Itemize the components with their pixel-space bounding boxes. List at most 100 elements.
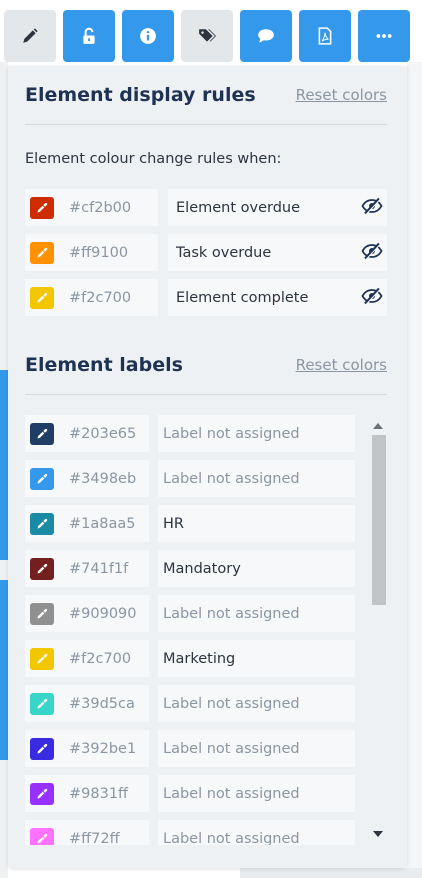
color-swatch[interactable]	[30, 512, 54, 535]
label-row: #392be1 Label not assigned	[25, 730, 387, 767]
color-picker[interactable]: #39d5ca	[25, 685, 149, 722]
color-picker[interactable]: #1a8aa5	[25, 505, 149, 542]
color-swatch[interactable]	[30, 241, 54, 264]
info-button[interactable]	[122, 10, 174, 62]
color-swatch[interactable]	[30, 196, 54, 219]
more-button[interactable]	[358, 10, 410, 62]
eyedropper-icon	[37, 247, 48, 257]
section-title: Element labels	[25, 354, 183, 376]
label-name-input[interactable]: Mandatory	[158, 550, 355, 587]
color-picker[interactable]: #ff72ff	[25, 820, 149, 845]
unlock-button[interactable]	[63, 10, 115, 62]
pencil-icon	[23, 28, 38, 43]
hex-value: #909090	[69, 605, 137, 622]
scroll-up-arrow[interactable]	[372, 419, 384, 433]
color-swatch[interactable]	[30, 557, 54, 580]
eye-slash-icon	[361, 197, 383, 214]
labels-list: #203e65 Label not assigned #3498eb Label no…	[25, 415, 387, 845]
label-row: #39d5ca Label not assigned	[25, 685, 387, 722]
rules-caption: Element colour change rules when:	[25, 151, 282, 167]
label-name-input[interactable]: Label not assigned	[158, 595, 355, 632]
color-picker[interactable]: #203e65	[25, 415, 149, 452]
comments-button[interactable]	[240, 10, 292, 62]
color-picker[interactable]: #f2c700	[25, 640, 149, 677]
color-picker[interactable]: #909090	[25, 595, 149, 632]
toolbar	[4, 10, 410, 62]
background-blue-strip	[0, 580, 8, 760]
color-swatch[interactable]	[30, 422, 54, 445]
scroll-down-arrow[interactable]	[372, 827, 384, 841]
reset-colors-link[interactable]: Reset colors	[296, 86, 387, 104]
reset-colors-link[interactable]: Reset colors	[296, 356, 387, 374]
color-swatch[interactable]	[30, 602, 54, 625]
label-name-input[interactable]: Label not assigned	[158, 460, 355, 497]
export-pdf-button[interactable]	[299, 10, 351, 62]
eyedropper-icon	[37, 563, 48, 573]
hex-value: #39d5ca	[69, 695, 135, 712]
background-right-strip	[407, 62, 422, 878]
color-picker[interactable]: #3498eb	[25, 460, 149, 497]
hex-value: #9831ff	[69, 785, 129, 802]
color-swatch[interactable]	[30, 737, 54, 760]
eyedropper-icon	[37, 833, 48, 843]
label-name-input[interactable]: Label not assigned	[158, 685, 355, 722]
eyedropper-icon	[37, 473, 48, 483]
eyedropper-icon	[37, 292, 48, 302]
pdf-icon	[318, 27, 332, 45]
visibility-toggle[interactable]	[361, 287, 383, 309]
element-labels-header: Element labels Reset colors	[25, 336, 387, 394]
hex-value: #ff9100	[69, 244, 129, 261]
color-picker[interactable]: #741f1f	[25, 550, 149, 587]
visibility-toggle[interactable]	[361, 197, 383, 219]
settings-panel: Element display rules Reset colors Eleme…	[8, 66, 407, 868]
color-picker[interactable]: #9831ff	[25, 775, 149, 812]
color-swatch[interactable]	[30, 692, 54, 715]
caret-down-icon	[373, 831, 383, 837]
color-swatch[interactable]	[30, 827, 54, 845]
divider	[25, 394, 387, 395]
color-swatch[interactable]	[30, 467, 54, 490]
color-picker[interactable]: #ff9100	[25, 234, 158, 271]
background-bottom-strip	[240, 868, 422, 878]
color-swatch[interactable]	[30, 782, 54, 805]
eyedropper-icon	[37, 653, 48, 663]
display-rules-list: #cf2b00 Element overdue #ff9100 Task overdu…	[25, 189, 387, 316]
label-name-input[interactable]: Marketing	[158, 640, 355, 677]
divider	[25, 124, 387, 125]
eye-slash-icon	[361, 242, 383, 259]
label-name-input[interactable]: Label not assigned	[158, 730, 355, 767]
color-picker[interactable]: #f2c700	[25, 279, 158, 316]
label-name-input[interactable]: Label not assigned	[158, 775, 355, 812]
rule-row: #ff9100 Task overdue	[25, 234, 387, 271]
color-swatch[interactable]	[30, 647, 54, 670]
color-picker[interactable]: #392be1	[25, 730, 149, 767]
info-icon	[140, 28, 156, 44]
eyedropper-icon	[37, 743, 48, 753]
eyedropper-icon	[37, 428, 48, 438]
label-name-input[interactable]: HR	[158, 505, 355, 542]
eyedropper-icon	[37, 608, 48, 618]
rule-label: Task overdue	[176, 244, 272, 261]
more-icon	[376, 34, 392, 38]
eye-slash-icon	[361, 287, 383, 304]
color-swatch[interactable]	[30, 286, 54, 309]
label-name-input[interactable]: Label not assigned	[158, 820, 355, 845]
hex-value: #cf2b00	[69, 199, 132, 216]
label-row: #3498eb Label not assigned	[25, 460, 387, 497]
scroll-thumb[interactable]	[372, 435, 386, 605]
rule-label-box: Element overdue	[168, 189, 387, 226]
color-picker[interactable]: #cf2b00	[25, 189, 158, 226]
label-row: #741f1f Mandatory	[25, 550, 387, 587]
unlock-icon	[83, 27, 95, 44]
label-name-input[interactable]: Label not assigned	[158, 415, 355, 452]
edit-button[interactable]	[4, 10, 56, 62]
rule-label-box: Task overdue	[168, 234, 387, 271]
hex-value: #1a8aa5	[69, 515, 136, 532]
eyedropper-icon	[37, 518, 48, 528]
visibility-toggle[interactable]	[361, 242, 383, 264]
eyedropper-icon	[37, 788, 48, 798]
rule-row: #f2c700 Element complete	[25, 279, 387, 316]
hex-value: #f2c700	[69, 289, 132, 306]
scrollbar[interactable]	[369, 415, 387, 845]
tags-button[interactable]	[181, 10, 233, 62]
